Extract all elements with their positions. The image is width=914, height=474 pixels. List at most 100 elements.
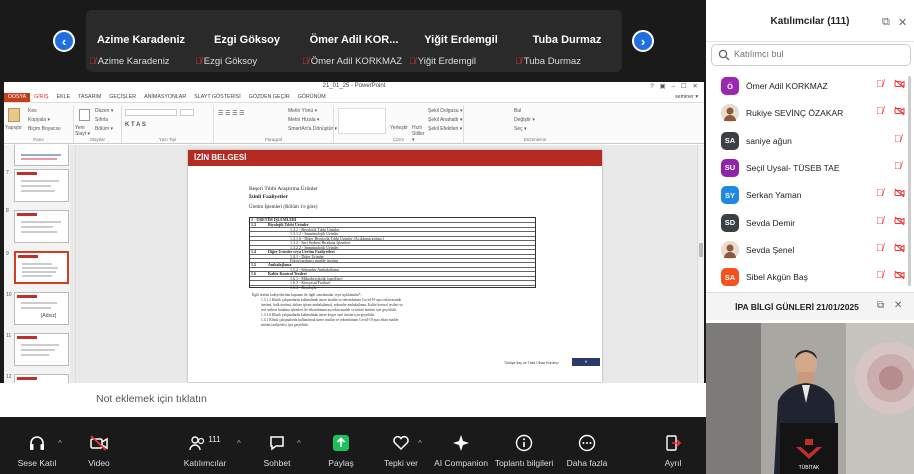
gallery-next-button[interactable]: › — [632, 30, 654, 52]
participant-row[interactable]: SY Serkan Yaman 🎙̸ — [706, 182, 914, 209]
new-slide-icon[interactable] — [79, 109, 90, 121]
leave-button[interactable]: Ayrıl — [638, 432, 708, 468]
section-button[interactable]: Bölüm ▾ — [95, 126, 113, 132]
video-off-icon[interactable] — [894, 270, 905, 283]
shape-outline-button[interactable]: Şekil Anahattı ▾ — [428, 117, 462, 123]
more-button[interactable]: Daha fazla — [552, 432, 622, 468]
paste-button[interactable]: Yapıştır — [5, 125, 22, 131]
shapes-gallery[interactable] — [338, 108, 386, 134]
notes-pane[interactable]: Not eklemek için tıklatın — [0, 383, 706, 417]
mic-muted-icon[interactable]: 🎙̸ — [876, 106, 884, 117]
participant-row[interactable]: SA Sibel Akgün Baş 🎙̸ — [706, 264, 914, 291]
notes-placeholder[interactable]: Not eklemek için tıklatın — [96, 393, 207, 405]
align-text-button[interactable]: Metni Hizala ▾ — [288, 117, 319, 123]
slide-thumbnail[interactable]: [Adsız] — [14, 292, 69, 325]
shape-fill-button[interactable]: Şekil Dolgusu ▾ — [428, 108, 462, 114]
chevron-up-icon[interactable]: ^ — [237, 439, 241, 448]
more-icon — [578, 434, 596, 452]
popout-icon[interactable]: ⧉ — [877, 300, 884, 311]
participants-scrollbar[interactable] — [908, 76, 911, 286]
menu-file[interactable]: DOSYA — [4, 93, 31, 102]
slide-thumbnail[interactable] — [14, 145, 69, 166]
tubitak-logo: TÜBİTAK — [799, 464, 820, 471]
menu-design[interactable]: TASARIM — [74, 93, 105, 102]
menu-transitions[interactable]: GEÇİŞLER — [105, 93, 140, 102]
slide-thumbnail[interactable] — [14, 210, 69, 243]
chevron-up-icon[interactable]: ^ — [297, 439, 301, 448]
slide-thumbnail[interactable] — [14, 333, 69, 366]
video-off-icon[interactable] — [894, 243, 905, 256]
menu-animations[interactable]: ANİMASYONLAR — [140, 93, 190, 102]
arrange-button[interactable]: Yerleştir — [390, 125, 408, 131]
tile-label-text: Azime Karadeniz — [97, 56, 170, 67]
menu-view[interactable]: GÖRÜNÜM — [294, 93, 330, 102]
cut-button[interactable]: Kes — [28, 108, 37, 114]
ppt-user[interactable]: seminer ▾ — [675, 93, 698, 102]
participant-row[interactable]: SU Seçil Uysal- TÜSEB TAE 🎙̸ — [706, 155, 914, 182]
replace-button[interactable]: Değiştir ▾ — [514, 117, 535, 123]
slide-number: 12 — [6, 374, 12, 380]
current-slide[interactable]: İZİN BELGESİ Beşeri Tıbbi Araştırma Ürün… — [188, 150, 602, 382]
menu-home[interactable]: GİRİŞ — [30, 93, 52, 102]
mic-muted-icon[interactable]: 🎙̸ — [876, 270, 884, 281]
layout-button[interactable]: Düzen ▾ — [95, 108, 113, 114]
copy-button[interactable]: Kopyala ▾ — [28, 117, 50, 123]
popout-icon[interactable]: ⧉ — [882, 16, 890, 29]
video-off-icon[interactable] — [894, 188, 905, 201]
reset-button[interactable]: Sıfırla — [95, 117, 108, 123]
select-button[interactable]: Seç ▾ — [514, 126, 527, 132]
mic-muted-icon[interactable]: 🎙̸ — [876, 188, 884, 199]
menu-slideshow[interactable]: SLAYT GÖSTERİSİ — [190, 93, 245, 102]
new-slide-button[interactable]: Yeni Slayt ▾ — [75, 125, 93, 137]
slide-thumbnail[interactable] — [14, 169, 69, 202]
ai-companion-button[interactable]: AI Companion — [426, 432, 496, 468]
video-off-icon[interactable] — [894, 79, 905, 92]
mic-muted-icon[interactable]: 🎙̸ — [876, 216, 884, 227]
shape-effects-button[interactable]: Şekil Efektleri ▾ — [428, 126, 462, 132]
slide-number: 7 — [6, 170, 9, 176]
thumbnails-scrollbar[interactable] — [70, 145, 75, 417]
close-icon[interactable]: ✕ — [898, 16, 907, 29]
participant-row[interactable]: Rukiye SEVİNÇ ÖZAKAR 🎙̸ — [706, 100, 914, 127]
paragraph-buttons[interactable]: ☰ ☰ ☰ ☰ — [218, 110, 245, 117]
chat-button[interactable]: Sohbet — [242, 432, 312, 468]
chevron-up-icon[interactable]: ^ — [418, 439, 422, 448]
join-audio-button[interactable]: Sese Katıl — [2, 432, 72, 468]
slide-thumbnail-active[interactable] — [14, 251, 69, 284]
paste-icon[interactable] — [8, 108, 20, 122]
participant-search[interactable] — [711, 44, 911, 66]
chevron-up-icon[interactable]: ^ — [58, 439, 62, 448]
mic-muted-icon[interactable]: 🎙̸ — [876, 79, 884, 90]
font-format-buttons[interactable]: K T A S — [125, 122, 146, 128]
participants-button[interactable]: 111 Katılımcılar — [170, 432, 240, 469]
menu-insert[interactable]: EKLE — [53, 93, 75, 102]
format-painter-button[interactable]: Biçim Boyacısı — [28, 126, 61, 132]
avatar — [721, 240, 739, 259]
ppt-titlebar: 21_01_25 - PowerPoint ? ▣ – ☐ ✕ — [4, 82, 704, 93]
participant-row[interactable]: SD Sevda Demir 🎙̸ — [706, 210, 914, 237]
video-off-icon[interactable] — [894, 106, 905, 119]
slide-vertical-scrollbar[interactable] — [697, 145, 704, 410]
text-direction-button[interactable]: Metin Yönü ▾ — [288, 108, 317, 114]
video-off-icon[interactable] — [894, 216, 905, 229]
gallery-prev-button[interactable]: ‹ — [53, 30, 75, 52]
close-icon[interactable]: ✕ — [894, 300, 902, 311]
participant-row[interactable]: Sevda Şenel 🎙̸ — [706, 237, 914, 264]
mic-muted-icon[interactable]: 🎙̸ — [894, 161, 902, 172]
speaker-video[interactable]: TÜBİTAK — [706, 323, 914, 474]
font-name-box[interactable] — [125, 109, 177, 116]
mic-muted-icon[interactable]: 🎙̸ — [876, 243, 884, 254]
mic-muted-icon: 🎙̸ — [89, 56, 96, 66]
smartart-button[interactable]: SmartArt'a Dönüştür ▾ — [288, 126, 337, 132]
meeting-info-button[interactable]: Toplantı bilgileri — [489, 432, 559, 468]
video-button[interactable]: Video — [64, 432, 134, 468]
participant-row[interactable]: Ö Ömer Adil KORKMAZ 🎙̸ — [706, 73, 914, 100]
mic-muted-icon[interactable]: 🎙̸ — [894, 134, 902, 145]
find-button[interactable]: Bul — [514, 108, 521, 114]
search-input[interactable] — [734, 49, 904, 59]
ppt-window-controls[interactable]: ? ▣ – ☐ ✕ — [650, 82, 700, 90]
menu-review[interactable]: GÖZDEN GEÇİR — [245, 93, 294, 102]
font-size-box[interactable] — [180, 109, 194, 116]
scroll-thumb[interactable] — [699, 243, 703, 257]
participant-row[interactable]: SA saniye ağun 🎙̸ — [706, 128, 914, 155]
